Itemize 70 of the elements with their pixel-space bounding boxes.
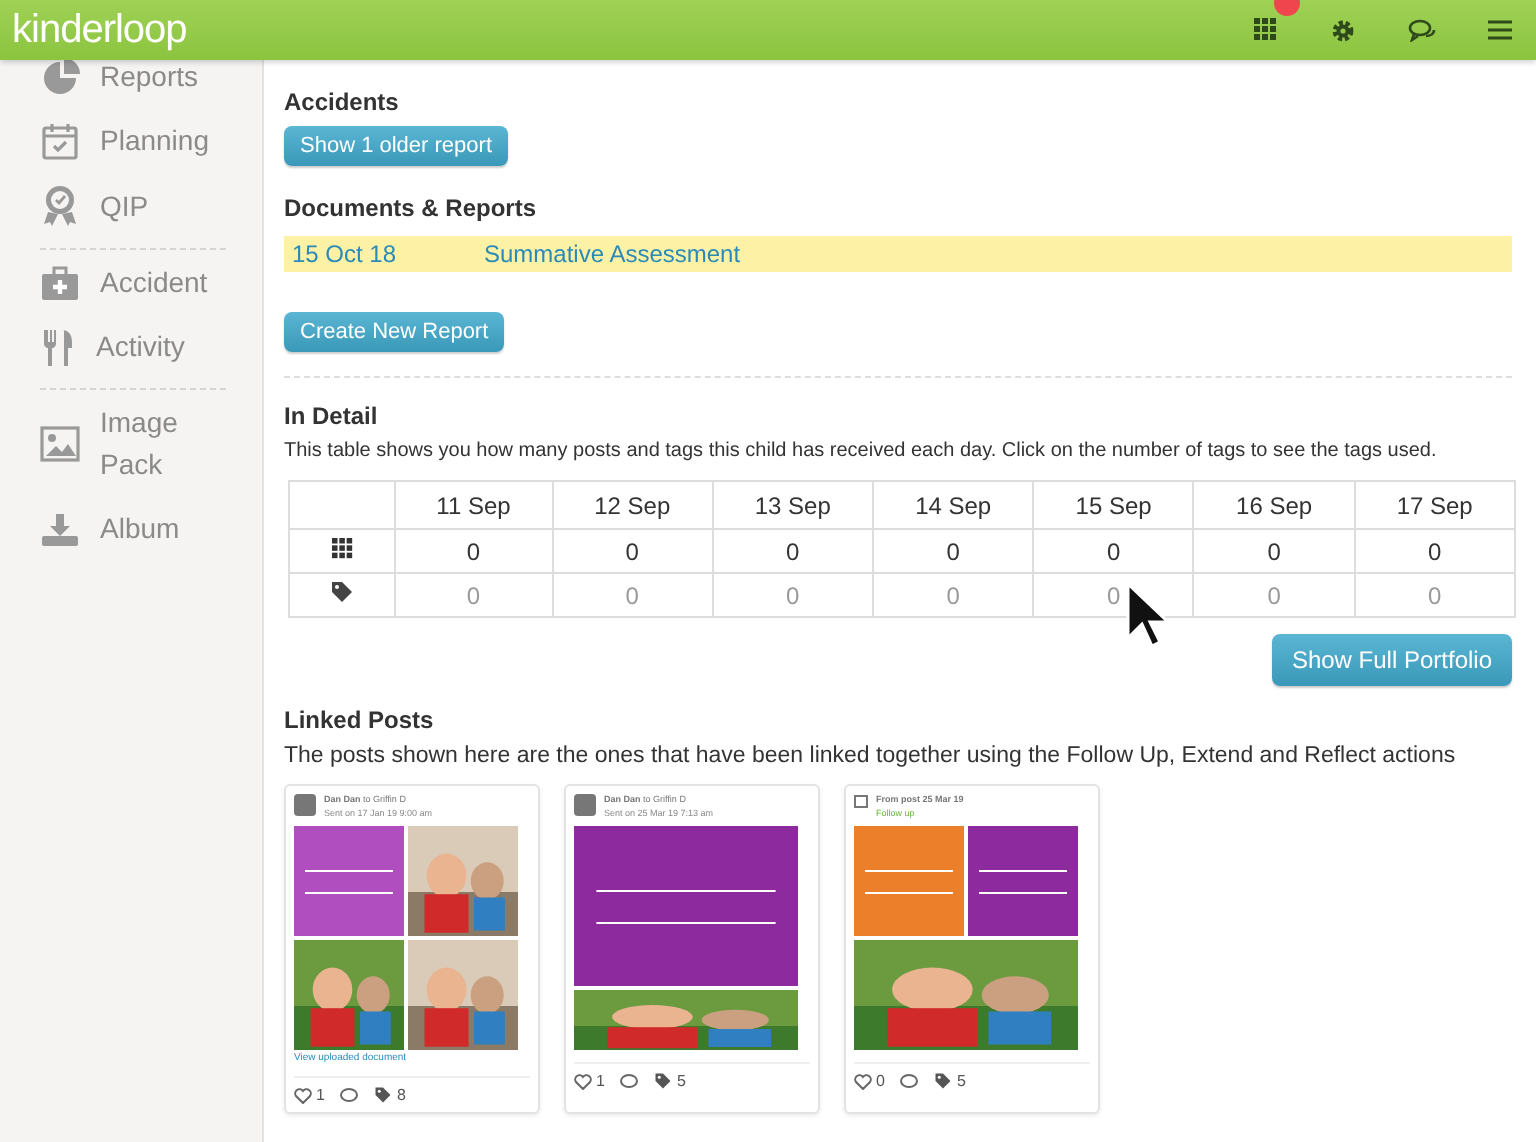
column-header: 12 Sep xyxy=(552,481,713,529)
document-link[interactable]: Summative Assessment xyxy=(484,240,741,268)
heart-icon[interactable] xyxy=(574,1073,592,1089)
first-aid-kit-icon xyxy=(40,265,80,301)
tag-icon xyxy=(654,1072,673,1090)
sidebar-item[interactable]: Album xyxy=(100,508,200,550)
table-cell[interactable]: 0 xyxy=(712,573,873,617)
section-title: Accidents xyxy=(284,88,401,116)
table-cell[interactable]: 0 xyxy=(395,573,552,617)
comment-icon[interactable] xyxy=(900,1073,919,1089)
tag-icon xyxy=(934,1072,953,1090)
table-cell[interactable]: 0 xyxy=(1193,573,1355,617)
create-report-button[interactable]: Create New Report xyxy=(284,312,505,352)
grid-icon xyxy=(1254,18,1278,42)
avatar xyxy=(294,794,316,816)
menu-icon[interactable] xyxy=(1488,20,1512,40)
image-icon xyxy=(40,426,80,462)
column-header: 16 Sep xyxy=(1193,481,1355,529)
column-header: 15 Sep xyxy=(1033,481,1194,529)
show-portfolio-button[interactable]: Show Full Portfolio xyxy=(1271,634,1512,686)
sidebar-item[interactable]: Image Pack xyxy=(100,402,200,486)
avatar xyxy=(574,794,596,816)
section-title: Linked Posts xyxy=(284,706,436,734)
tag-icon xyxy=(330,580,354,604)
section-title: Documents & Reports xyxy=(284,194,539,222)
tag-count: 5 xyxy=(676,1072,686,1090)
award-icon xyxy=(40,184,80,228)
heart-icon[interactable] xyxy=(854,1073,872,1089)
grid-icon xyxy=(331,537,353,559)
table-cell: 0 xyxy=(1354,529,1515,573)
sidebar-item[interactable]: Activity xyxy=(96,326,196,368)
comment-icon[interactable] xyxy=(620,1073,639,1089)
column-header: 11 Sep xyxy=(395,481,552,529)
tag-count: 8 xyxy=(396,1086,406,1104)
column-header: 17 Sep xyxy=(1354,481,1515,529)
column-header: 13 Sep xyxy=(712,481,873,529)
sidebar-item[interactable]: QIP xyxy=(100,185,200,227)
description: The posts shown here are the ones that have been linked together using the Follow Up, Extend and Reflect actions xyxy=(284,744,1458,768)
chat-icon[interactable] xyxy=(1408,18,1436,42)
description: This table shows you how many posts and tags this child has received each day. Click on the number of tags to see the tags used. xyxy=(284,440,1439,462)
table-cell: 0 xyxy=(1033,529,1194,573)
show-older-button[interactable]: Show 1 older report xyxy=(284,126,508,166)
mouse-cursor xyxy=(1126,582,1170,650)
logo[interactable]: kinderloop xyxy=(12,7,187,53)
heart-icon[interactable] xyxy=(294,1087,312,1103)
like-count: 0 xyxy=(876,1072,885,1090)
sidebar-item[interactable]: Reports xyxy=(100,56,200,98)
table-cell: 0 xyxy=(1193,529,1355,573)
cutlery-icon xyxy=(40,327,76,367)
pie-chart-icon xyxy=(40,57,80,97)
table-cell: 0 xyxy=(395,529,552,573)
table-cell[interactable]: 0 xyxy=(1354,573,1515,617)
document-row[interactable]: 15 Oct 18 Summative Assessment xyxy=(284,236,1512,272)
table-cell: 0 xyxy=(552,529,713,573)
tag-icon xyxy=(374,1086,393,1104)
column-header: 14 Sep xyxy=(872,481,1034,529)
table-cell[interactable]: 0 xyxy=(552,573,713,617)
table-cell: 0 xyxy=(712,529,873,573)
like-count: 1 xyxy=(316,1086,325,1104)
table-cell: 0 xyxy=(872,529,1034,573)
download-icon xyxy=(40,511,80,547)
section-title: In Detail xyxy=(284,402,380,430)
calendar-icon xyxy=(854,794,868,808)
settings-icon[interactable] xyxy=(1330,17,1356,43)
calendar-icon xyxy=(40,121,80,161)
table-cell[interactable]: 0 xyxy=(872,573,1034,617)
tag-count: 5 xyxy=(956,1072,966,1090)
document-date[interactable]: 15 Oct 18 xyxy=(292,240,484,268)
comment-icon[interactable] xyxy=(340,1087,359,1103)
like-count: 1 xyxy=(596,1072,605,1090)
